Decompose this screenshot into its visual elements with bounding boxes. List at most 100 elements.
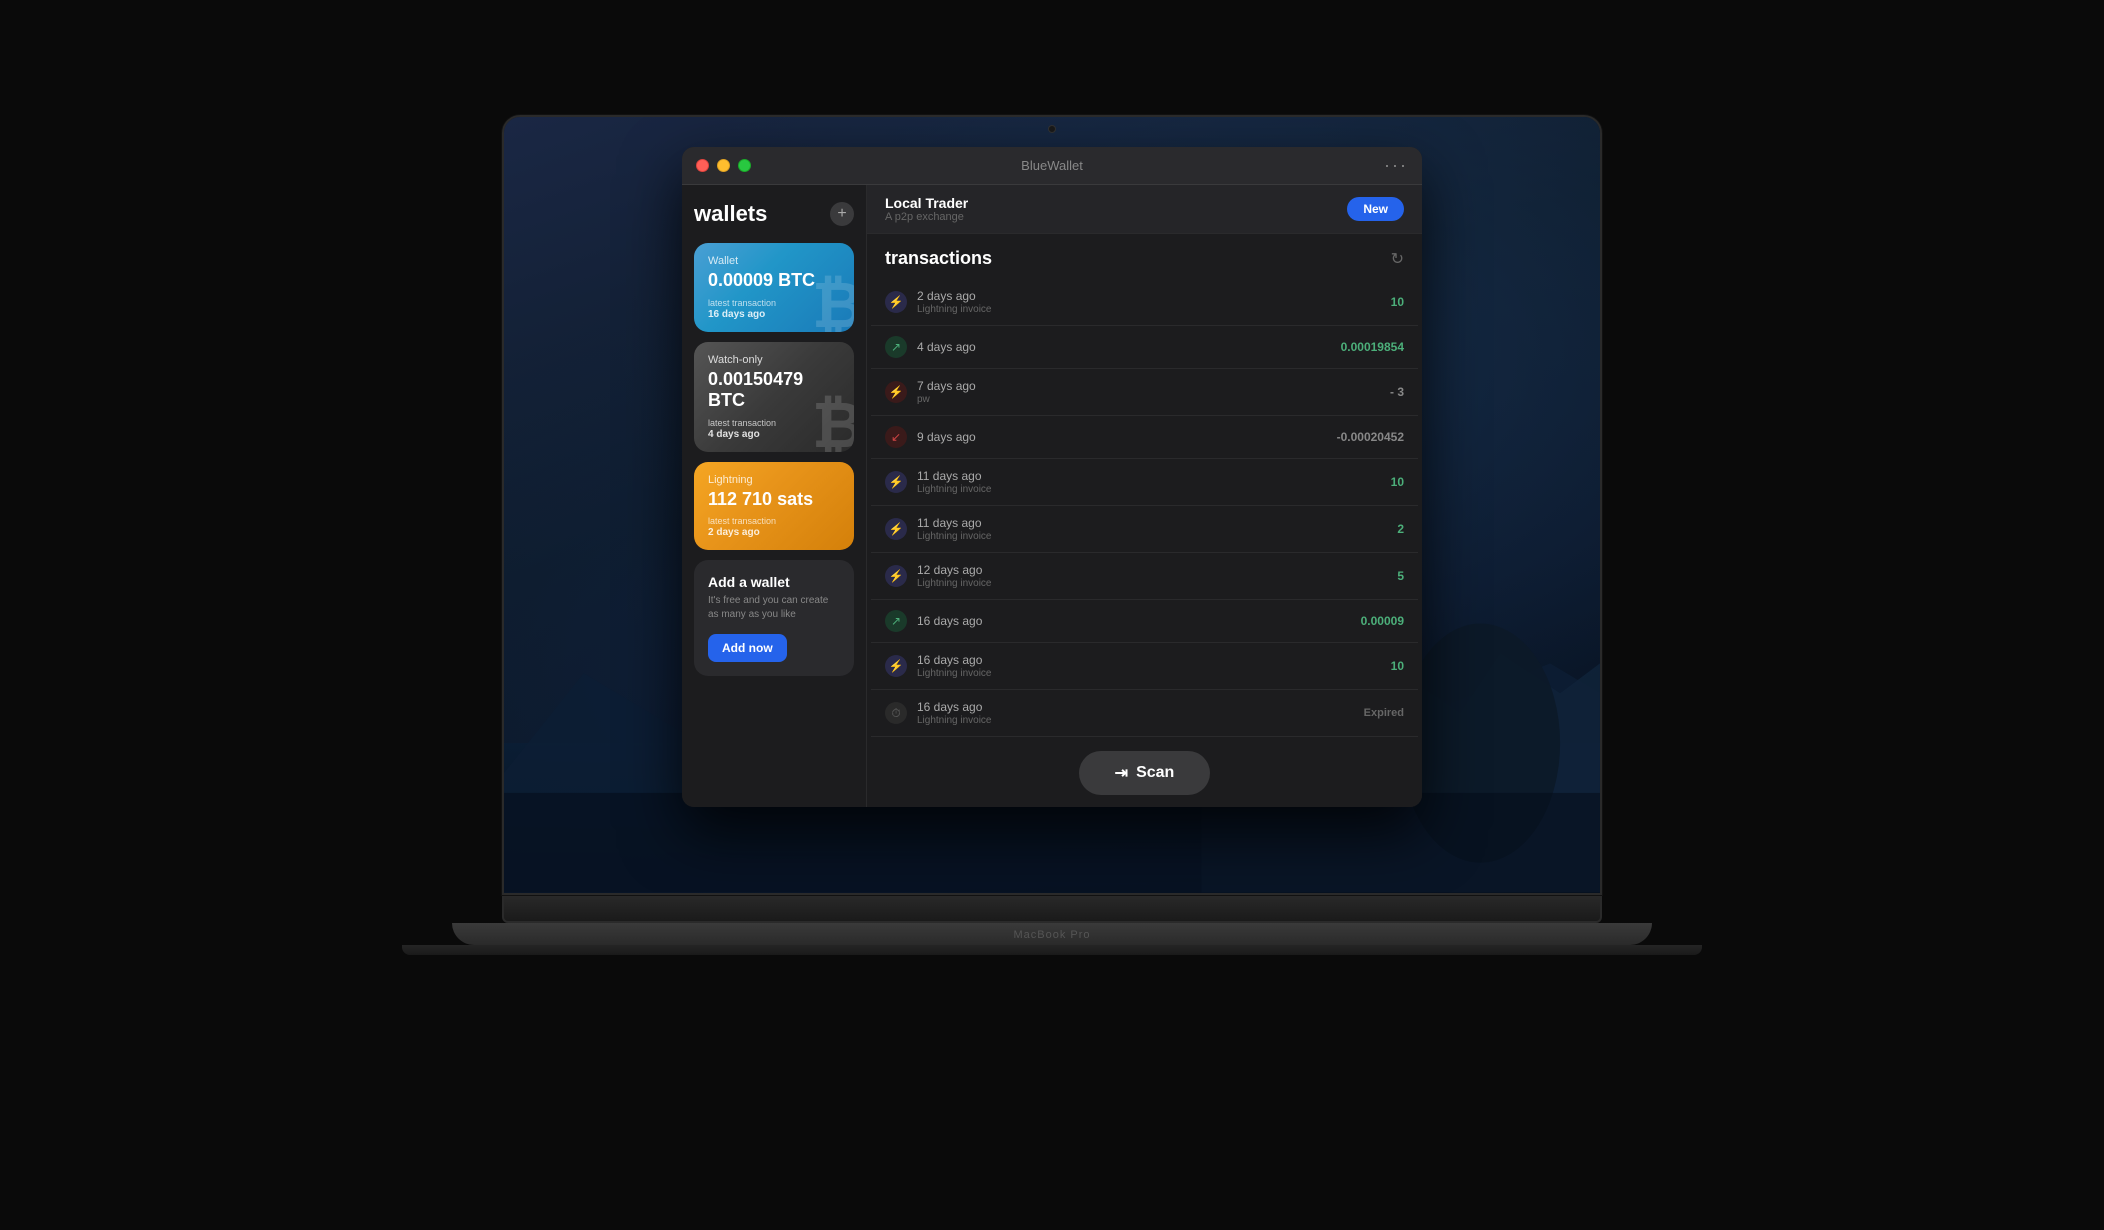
transactions-header: transactions ↻ <box>867 234 1422 279</box>
btc-in-icon: ↗ <box>885 336 907 358</box>
screen-bezel: BlueWallet ··· wallets + Wallet 0.00009 … <box>502 115 1602 895</box>
scan-button-container: ⇥ Scan <box>867 739 1422 807</box>
tx-amount: 0.00009 <box>1361 614 1404 628</box>
laptop-base <box>452 923 1652 945</box>
tx-desc: Lightning invoice <box>917 668 1381 679</box>
table-row[interactable]: ⚡ 12 days ago Lightning invoice 5 <box>871 553 1418 600</box>
tx-desc: Lightning invoice <box>917 484 1381 495</box>
sidebar-header: wallets + <box>694 201 854 227</box>
camera-notch <box>1048 125 1056 133</box>
table-row[interactable]: ⚡ 11 days ago Lightning invoice 10 <box>871 459 1418 506</box>
table-row[interactable]: ⚡ 2 days ago Lightning invoice 10 <box>871 279 1418 326</box>
app-window: BlueWallet ··· wallets + Wallet 0.00009 … <box>682 147 1422 807</box>
tx-info: 12 days ago Lightning invoice <box>917 563 1387 589</box>
tx-info: 16 days ago Lightning invoice <box>917 653 1381 679</box>
transactions-title: transactions <box>885 248 992 269</box>
tx-desc: Lightning invoice <box>917 715 1354 726</box>
tx-desc: Lightning invoice <box>917 578 1387 589</box>
table-row[interactable]: ⚡ 11 days ago Lightning invoice 2 <box>871 506 1418 553</box>
tx-amount: 10 <box>1391 295 1404 309</box>
tx-amount: -0.00020452 <box>1337 430 1404 444</box>
local-trader-bar: Local Trader A p2p exchange New <box>867 185 1422 234</box>
tx-time: 11 days ago <box>917 469 1381 483</box>
btc-wallet-label: Wallet <box>708 255 840 267</box>
tx-time: 12 days ago <box>917 563 1387 577</box>
tx-time: 9 days ago <box>917 430 1327 444</box>
sidebar: wallets + Wallet 0.00009 BTC latest tran… <box>682 185 867 807</box>
lightning-in-icon: ⚡ <box>885 291 907 313</box>
add-wallet-title: Add a wallet <box>708 574 840 590</box>
tx-info: 16 days ago Lightning invoice <box>917 700 1354 726</box>
tx-info: 11 days ago Lightning invoice <box>917 516 1387 542</box>
tx-amount: 5 <box>1397 569 1404 583</box>
lightning-in-icon-3: ⚡ <box>885 518 907 540</box>
tx-amount: 0.00019854 <box>1341 340 1404 354</box>
local-trader-info: Local Trader A p2p exchange <box>885 195 968 223</box>
table-row[interactable]: ↗ 16 days ago 0.00009 <box>871 600 1418 643</box>
tx-time: 11 days ago <box>917 516 1387 530</box>
lightning-in-icon-2: ⚡ <box>885 471 907 493</box>
scan-button[interactable]: ⇥ Scan <box>1079 751 1211 795</box>
add-wallet-card: Add a wallet It's free and you can creat… <box>694 560 854 676</box>
tx-time: 16 days ago <box>917 700 1354 714</box>
close-button[interactable] <box>696 159 709 172</box>
table-row[interactable]: ↙ 9 days ago -0.00020452 <box>871 416 1418 459</box>
tx-info: 11 days ago Lightning invoice <box>917 469 1381 495</box>
expired-icon: ⏱ <box>885 702 907 724</box>
traffic-lights <box>696 159 751 172</box>
sidebar-title: wallets <box>694 201 767 227</box>
refresh-icon[interactable]: ↻ <box>1391 249 1404 269</box>
scan-icon: ⇥ <box>1115 763 1128 783</box>
tx-info: 2 days ago Lightning invoice <box>917 289 1381 315</box>
lightning-wallet-sub: latest transaction <box>708 516 840 526</box>
btc-wallet-card[interactable]: Wallet 0.00009 BTC latest transaction 16… <box>694 243 854 332</box>
tx-desc: pw <box>917 394 1380 405</box>
tx-time: 2 days ago <box>917 289 1381 303</box>
window-menu-button[interactable]: ··· <box>1384 155 1408 176</box>
btc-out-icon-2: ↙ <box>885 426 907 448</box>
tx-info: 9 days ago <box>917 430 1327 445</box>
main-panel: Local Trader A p2p exchange New transact… <box>867 185 1422 807</box>
tx-amount: Expired <box>1364 707 1404 719</box>
tx-amount: 2 <box>1397 522 1404 536</box>
lightning-wallet-date: 2 days ago <box>708 527 840 538</box>
btc-in-icon-2: ↗ <box>885 610 907 632</box>
lightning-in-icon-5: ⚡ <box>885 655 907 677</box>
table-row[interactable]: ⚡ 16 days ago Lightning invoice 10 <box>871 643 1418 690</box>
add-wallet-button[interactable]: + <box>830 202 854 226</box>
tx-info: 7 days ago pw <box>917 379 1380 405</box>
minimize-button[interactable] <box>717 159 730 172</box>
window-title: BlueWallet <box>1021 158 1083 173</box>
tx-time: 7 days ago <box>917 379 1380 393</box>
add-now-button[interactable]: Add now <box>708 634 787 662</box>
watch-wallet-label: Watch-only <box>708 354 840 366</box>
scan-button-label: Scan <box>1136 764 1174 782</box>
table-row[interactable]: ⏱ 16 days ago Lightning invoice Expired <box>871 690 1418 737</box>
tx-amount: - 3 <box>1390 385 1404 399</box>
tx-amount: 10 <box>1391 475 1404 489</box>
tx-info: 16 days ago <box>917 614 1351 629</box>
app-body: wallets + Wallet 0.00009 BTC latest tran… <box>682 185 1422 807</box>
maximize-button[interactable] <box>738 159 751 172</box>
lightning-in-icon-4: ⚡ <box>885 565 907 587</box>
tx-time: 4 days ago <box>917 340 1331 354</box>
table-row[interactable]: ↗ 4 days ago 0.00019854 <box>871 326 1418 369</box>
watch-wallet-card[interactable]: Watch-only 0.00150479 BTC latest transac… <box>694 342 854 452</box>
transactions-list: ⚡ 2 days ago Lightning invoice 10 ↗ 4 d <box>867 279 1422 739</box>
btc-icon: ₿ <box>812 268 854 332</box>
new-badge[interactable]: New <box>1347 197 1404 221</box>
tx-desc: Lightning invoice <box>917 531 1387 542</box>
lightning-wallet-card[interactable]: Lightning 112 710 sats latest transactio… <box>694 462 854 551</box>
laptop-foot <box>402 945 1702 955</box>
tx-amount: 10 <box>1391 659 1404 673</box>
laptop-bottom-bezel <box>502 895 1602 923</box>
local-trader-subtitle: A p2p exchange <box>885 211 968 223</box>
tx-desc: Lightning invoice <box>917 304 1381 315</box>
watch-btc-icon: ₿ <box>812 388 854 452</box>
tx-time: 16 days ago <box>917 614 1351 628</box>
lightning-wallet-amount: 112 710 sats <box>708 489 840 511</box>
lightning-wallet-label: Lightning <box>708 474 840 486</box>
table-row[interactable]: ⚡ 7 days ago pw - 3 <box>871 369 1418 416</box>
title-bar: BlueWallet ··· <box>682 147 1422 185</box>
add-wallet-desc: It's free and you can create as many as … <box>708 594 840 622</box>
